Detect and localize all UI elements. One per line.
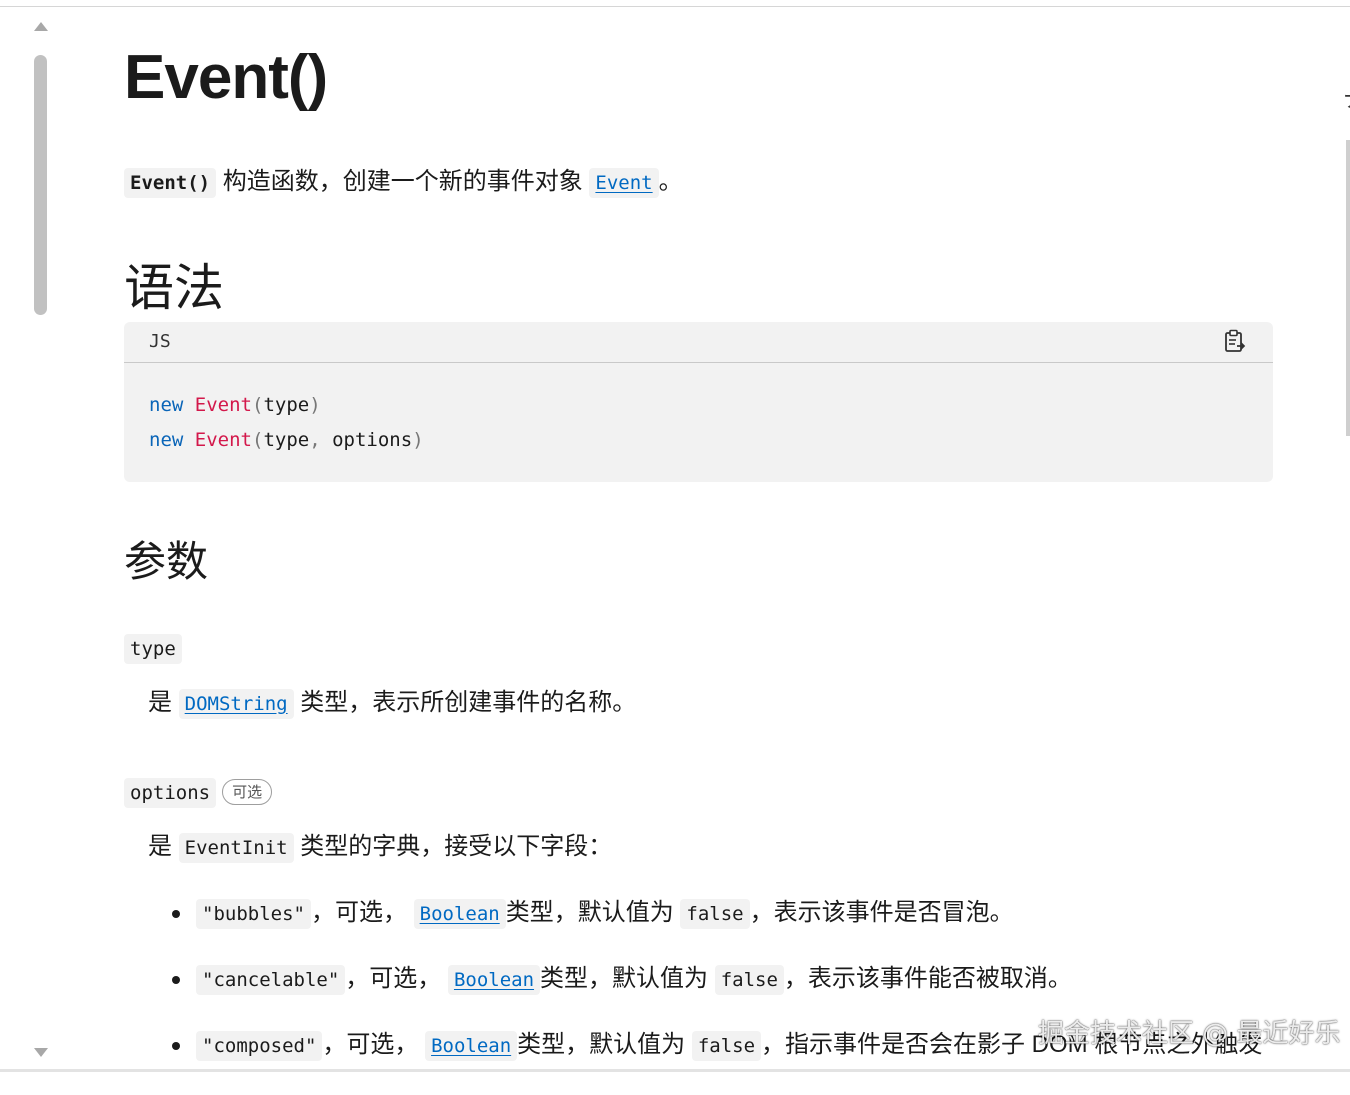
scrollbar-thumb[interactable] [34, 55, 47, 315]
param-type-name: type [124, 634, 182, 664]
code-punctuation: , [309, 429, 321, 451]
right-scrollbar-thumb[interactable] [1346, 140, 1350, 436]
optional-badge: 可选 [222, 779, 273, 805]
code-punctuation: ) [309, 394, 321, 416]
page-title: Event() [124, 43, 328, 112]
field-default: false [714, 965, 784, 995]
field-sep: ，可选， [322, 1031, 419, 1058]
field-key: "bubbles" [196, 899, 311, 929]
code-punctuation: ( [251, 394, 264, 416]
param-type-term: type [124, 634, 182, 664]
intro-text: 构造函数，创建一个新的事件对象 [222, 168, 583, 195]
boolean-link[interactable]: Boolean [420, 903, 500, 925]
param-options-name: options [124, 778, 217, 808]
code-function: Event [194, 394, 252, 416]
parameters-heading: 参数 [124, 537, 209, 586]
bullet-icon [172, 976, 180, 984]
right-sidebar-clipped-text: ナ [1343, 82, 1350, 114]
field-sep: ，可选， [310, 899, 407, 926]
code-argument: options [332, 429, 413, 451]
options-field-list: "bubbles" ，可选， Boolean 类型，默认值为 false ，表示该事件… [172, 897, 1262, 1095]
intro-end: 。 [658, 168, 683, 195]
code-header-divider [124, 362, 1273, 363]
bullet-icon [172, 910, 180, 918]
event-link[interactable]: Event [595, 172, 652, 194]
code-punctuation: ) [412, 429, 424, 451]
scroll-up-arrow-icon[interactable] [34, 22, 48, 31]
code-language-label: JS [149, 331, 171, 352]
field-sep: ，可选， [345, 965, 442, 992]
scroll-down-arrow-icon[interactable] [34, 1048, 48, 1057]
field-key: "cancelable" [196, 965, 346, 995]
code-argument: type [263, 394, 310, 416]
field-tail: ，表示该事件能否被取消。 [783, 965, 1072, 992]
desc-prefix: 是 [148, 833, 172, 860]
code-keyword: new [149, 429, 184, 451]
boolean-link[interactable]: Boolean [454, 969, 534, 991]
desc-suffix: 类型，表示所创建事件的名称。 [300, 689, 637, 716]
watermark: 掘金技术社区 @ 最近好乐 [1038, 1019, 1341, 1049]
code-keyword: new [149, 394, 184, 416]
desc-suffix: 类型的字典，接受以下字段： [300, 833, 613, 860]
field-key: "composed" [196, 1031, 323, 1061]
field-mid: 类型，默认值为 [517, 1031, 686, 1058]
domstring-link[interactable]: DOMString [185, 693, 288, 715]
param-options-description: 是 EventInit 类型的字典，接受以下字段： [148, 831, 612, 863]
code-function: Event [194, 429, 252, 451]
syntax-heading: 语法 [124, 259, 224, 317]
top-divider [0, 6, 1350, 7]
field-default: false [680, 899, 750, 929]
boolean-link[interactable]: Boolean [431, 1035, 511, 1057]
desc-prefix: 是 [148, 689, 172, 716]
list-item: "bubbles" ，可选， Boolean 类型，默认值为 false ，表示该事件… [172, 897, 1262, 963]
code-argument: type [263, 429, 310, 451]
field-mid: 类型，默认值为 [540, 965, 709, 992]
bullet-icon [172, 1042, 180, 1050]
code-lines: new Event(type) new Event(type, options) [149, 388, 424, 458]
field-tail: ，表示该事件是否冒泡。 [749, 899, 1014, 926]
field-default: false [691, 1031, 762, 1061]
code-punctuation: ( [251, 429, 264, 451]
intro-code: Event() [124, 168, 217, 198]
clipboard-copy-icon[interactable] [1224, 329, 1246, 353]
field-mid: 类型，默认值为 [505, 899, 674, 926]
intro-paragraph: Event() 构造函数，创建一个新的事件对象 Event 。 [124, 166, 683, 198]
eventinit-code: EventInit [178, 833, 294, 863]
param-type-description: 是 DOMString 类型，表示所创建事件的名称。 [148, 687, 636, 719]
param-options-term: options 可选 [124, 778, 273, 808]
syntax-code-block: JS new Event(type) new Event(type, optio… [124, 322, 1273, 482]
code-line: new Event(type) [149, 394, 321, 416]
code-line: new Event(type, options) [149, 429, 424, 451]
